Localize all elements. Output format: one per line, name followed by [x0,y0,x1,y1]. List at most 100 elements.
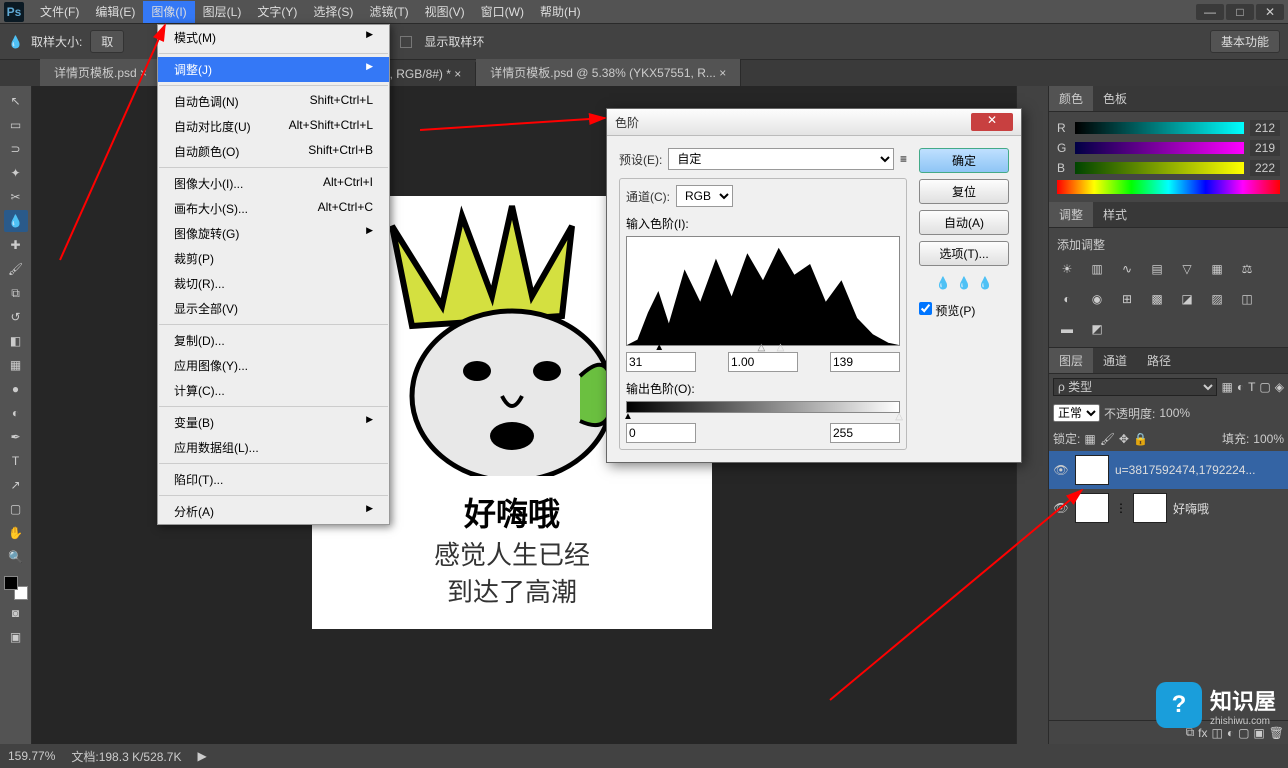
eyedropper-tool[interactable]: 💧 [4,210,28,232]
menu-1[interactable]: 编辑(E) [87,1,143,23]
menu-item[interactable]: 分析(A) [158,499,389,524]
dialog-close-button[interactable]: ✕ [971,113,1013,131]
stamp-tool[interactable]: ⧉ [4,282,28,304]
black-eyedropper-icon[interactable]: 💧 [936,276,951,290]
fill-value[interactable]: 100% [1253,432,1284,446]
show-ring-checkbox[interactable] [400,36,412,48]
close-button[interactable]: ✕ [1256,4,1284,20]
layer-thumb[interactable] [1075,493,1109,523]
screen-mode-icon[interactable]: ▣ [4,626,28,648]
layer-name[interactable]: 好嗨哦 [1173,500,1284,517]
menu-2[interactable]: 图像(I) [143,1,194,23]
lock-transparency-icon[interactable]: ▦ [1084,432,1095,446]
filter-type-icon[interactable]: T [1248,380,1255,394]
exposure-icon[interactable]: ▤ [1147,259,1167,279]
input-white-field[interactable] [830,352,900,372]
menu-item[interactable]: 自动颜色(O)Shift+Ctrl+B [158,139,389,164]
threshold-icon[interactable]: ◫ [1237,289,1257,309]
crop-tool[interactable]: ✂ [4,186,28,208]
tab-swatches[interactable]: 色板 [1093,86,1137,111]
channel-select[interactable]: RGB [676,185,733,207]
layer-row[interactable]: 👁u=3817592474,1792224... [1049,451,1288,489]
vibrance-icon[interactable]: ▽ [1177,259,1197,279]
filter-adj-icon[interactable]: ◐ [1237,380,1244,394]
eraser-tool[interactable]: ◧ [4,330,28,352]
menu-item[interactable]: 应用图像(Y)... [158,353,389,378]
opacity-value[interactable]: 100% [1159,406,1190,420]
filter-smart-icon[interactable]: ◈ [1275,380,1284,394]
history-brush-tool[interactable]: ↺ [4,306,28,328]
blur-tool[interactable]: ● [4,378,28,400]
menu-item[interactable]: 显示全部(V) [158,296,389,321]
curves-icon[interactable]: ∿ [1117,259,1137,279]
marquee-tool[interactable]: ▭ [4,114,28,136]
menu-4[interactable]: 文字(Y) [249,1,305,23]
r-value[interactable]: 212 [1250,120,1280,136]
filter-pixel-icon[interactable]: ▦ [1221,380,1232,394]
menu-item[interactable]: 模式(M) [158,25,389,50]
menu-item[interactable]: 自动色调(N)Shift+Ctrl+L [158,89,389,114]
levels-icon[interactable]: ▥ [1087,259,1107,279]
menu-3[interactable]: 图层(L) [195,1,250,23]
sample-size-select[interactable]: 取 [90,30,124,53]
foreground-background-colors[interactable] [4,576,28,600]
gray-eyedropper-icon[interactable]: 💧 [957,276,972,290]
spectrum-picker[interactable] [1057,180,1280,194]
ok-button[interactable]: 确定 [919,148,1009,173]
tab-color[interactable]: 颜色 [1049,86,1093,111]
pen-tool[interactable]: ✒ [4,426,28,448]
photo-filter-icon[interactable]: ◉ [1087,289,1107,309]
lock-pixels-icon[interactable]: 🖌 [1100,432,1115,446]
lock-position-icon[interactable]: ✥ [1119,432,1129,446]
dialog-titlebar[interactable]: 色阶 ✕ [607,109,1021,136]
tab-paths[interactable]: 路径 [1137,348,1181,373]
lock-all-icon[interactable]: 🔒 [1133,432,1148,446]
type-tool[interactable]: T [4,450,28,472]
layer-kind-filter[interactable]: ρ 类型 [1053,378,1217,396]
zoom-tool[interactable]: 🔍 [4,546,28,568]
input-gamma-field[interactable] [728,352,798,372]
menu-0[interactable]: 文件(F) [32,1,87,23]
menu-9[interactable]: 帮助(H) [532,1,589,23]
menu-item[interactable]: 陷印(T)... [158,467,389,492]
gradmap-icon[interactable]: ▬ [1057,319,1077,339]
selective-icon[interactable]: ◩ [1087,319,1107,339]
mixer-icon[interactable]: ⊞ [1117,289,1137,309]
histogram[interactable]: ▲ △ △ [626,236,900,346]
menu-item[interactable]: 裁切(R)... [158,271,389,296]
menu-item[interactable]: 图像大小(I)...Alt+Ctrl+I [158,171,389,196]
brightness-icon[interactable]: ☀ [1057,259,1077,279]
output-black-field[interactable] [626,423,696,443]
b-slider[interactable] [1075,162,1244,174]
doc-tab-2[interactable]: 详情页模板.psd @ 5.38% (YKX57551, R... × [476,59,741,86]
poster-icon[interactable]: ▨ [1207,289,1227,309]
auto-button[interactable]: 自动(A) [919,210,1009,235]
layer-name[interactable]: u=3817592474,1792224... [1115,463,1284,477]
quick-mask-icon[interactable]: ◙ [4,602,28,624]
preview-checkbox[interactable] [919,302,932,315]
menu-7[interactable]: 视图(V) [417,1,473,23]
menu-5[interactable]: 选择(S) [305,1,361,23]
tab-adjustments[interactable]: 调整 [1049,202,1093,227]
white-eyedropper-icon[interactable]: 💧 [977,276,992,290]
visibility-icon[interactable]: 👁 [1053,501,1069,515]
menu-item[interactable]: 复制(D)... [158,328,389,353]
menu-6[interactable]: 滤镜(T) [361,1,416,23]
input-black-field[interactable] [626,352,696,372]
maximize-button[interactable]: □ [1226,4,1254,20]
lut-icon[interactable]: ▩ [1147,289,1167,309]
lasso-tool[interactable]: ⊃ [4,138,28,160]
menu-item[interactable]: 计算(C)... [158,378,389,403]
filter-shape-icon[interactable]: ▢ [1259,380,1270,394]
path-tool[interactable]: ↗ [4,474,28,496]
tab-styles[interactable]: 样式 [1093,202,1137,227]
heal-tool[interactable]: ✚ [4,234,28,256]
reset-button[interactable]: 复位 [919,179,1009,204]
options-button[interactable]: 选项(T)... [919,241,1009,266]
preset-menu-icon[interactable]: ≡ [900,152,907,166]
tab-layers[interactable]: 图层 [1049,348,1093,373]
r-slider[interactable] [1075,122,1244,134]
tab-channels[interactable]: 通道 [1093,348,1137,373]
menu-item[interactable]: 裁剪(P) [158,246,389,271]
menu-item[interactable]: 画布大小(S)...Alt+Ctrl+C [158,196,389,221]
